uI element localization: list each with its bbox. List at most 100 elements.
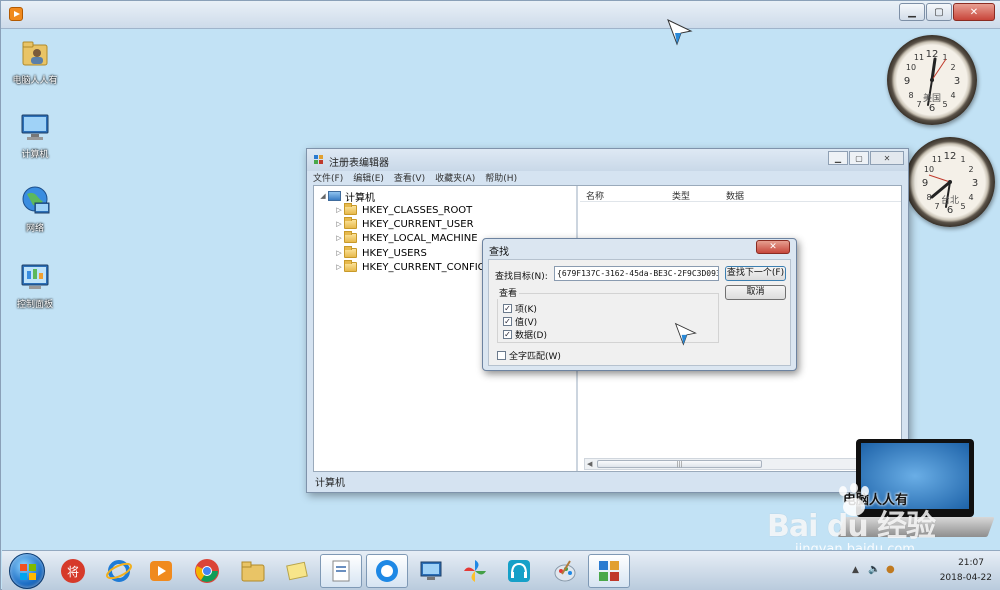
tree-item-label: HKEY_USERS	[362, 247, 427, 259]
expand-arrow-icon[interactable]: ▷	[334, 234, 344, 242]
headset-icon	[508, 560, 530, 582]
menu-favorites[interactable]: 收藏夹(A)	[435, 171, 475, 185]
tree-item-hkcu[interactable]: ▷ HKEY_CURRENT_USER	[334, 217, 474, 231]
tree-item-hkcr[interactable]: ▷ HKEY_CLASSES_ROOT	[334, 203, 472, 217]
taskbar-app-browser[interactable]	[366, 554, 408, 588]
taskbar-date[interactable]: 2018-04-22	[940, 573, 992, 583]
taskbar-app-ie[interactable]	[98, 554, 140, 588]
svg-text:6: 6	[929, 103, 935, 114]
sticky-notes-icon	[286, 561, 308, 581]
clock-city-label: 美国	[922, 94, 941, 104]
network-globe-icon	[22, 186, 50, 214]
desktop-icon-control-panel[interactable]: 控制面板	[5, 261, 65, 310]
option-match-whole[interactable]: 全字匹配(W)	[497, 349, 561, 362]
browser-icon	[376, 560, 398, 582]
find-target-input[interactable]: {679F137C-3162-45da-BE3C-2F9C3D093F64	[554, 266, 719, 281]
expand-arrow-icon[interactable]: ▷	[334, 249, 344, 257]
taskbar-app-regedit[interactable]	[588, 554, 630, 588]
vm-titlebar: ▁ ▢ ✕	[1, 1, 1000, 29]
internet-explorer-icon	[106, 560, 132, 582]
find-dialog[interactable]: 查找 ✕ 查找目标(N): {679F137C-3162-45da-BE3C-2…	[482, 238, 797, 371]
tray-volume-icon[interactable]: 🔈	[868, 564, 880, 575]
regedit-titlebar[interactable]: 注册表编辑器 ▁ ▢ ✕	[307, 149, 908, 171]
list-header: 名称 类型 数据	[580, 186, 901, 202]
checkbox-checked-icon[interactable]: ✓	[503, 304, 512, 313]
tree-item-hku[interactable]: ▷ HKEY_USERS	[334, 246, 427, 260]
scrollbar-thumb[interactable]: |||	[597, 460, 762, 468]
regedit-menubar: 文件(F) 编辑(E) 查看(V) 收藏夹(A) 帮助(H)	[313, 171, 902, 185]
regedit-maximize-button[interactable]: ▢	[849, 151, 869, 165]
clock-gadget-2[interactable]: 12 3 6 9 12 45 78 10 11 台北	[905, 137, 995, 227]
close-button[interactable]: ✕	[953, 3, 995, 21]
taskbar-app-paint[interactable]	[544, 554, 586, 588]
clock-city-label: 台北	[940, 196, 959, 206]
tray-app-icon[interactable]: ●	[886, 564, 895, 575]
checkbox-checked-icon[interactable]: ✓	[503, 330, 512, 339]
folder-icon	[344, 231, 357, 243]
menu-help[interactable]: 帮助(H)	[485, 171, 517, 185]
taskbar-app-pinwheel[interactable]	[454, 554, 496, 588]
taskbar-time[interactable]: 21:07	[958, 558, 984, 568]
svg-text:10: 10	[924, 165, 934, 174]
expand-arrow-icon[interactable]: ▷	[334, 220, 344, 228]
tree-item-computer[interactable]: ◢ 计算机	[318, 189, 375, 204]
taskbar-app-media-player[interactable]	[140, 554, 182, 588]
desktop-icon-network[interactable]: 网络	[5, 185, 65, 234]
media-player-icon	[150, 561, 172, 581]
option-data-label: 数据(D)	[515, 331, 547, 341]
desktop-icon-computer[interactable]: 计算机	[5, 111, 65, 160]
player-app-icon[interactable]	[9, 7, 23, 21]
desktop-icon-user-folder[interactable]: 电脑人人有	[5, 37, 65, 86]
desktop-icon-label: 电脑人人有	[12, 76, 58, 86]
option-values[interactable]: ✓ 值(V)	[503, 315, 537, 328]
tree-item-label: HKEY_LOCAL_MACHINE	[362, 232, 478, 244]
maximize-button[interactable]: ▢	[926, 3, 952, 21]
minimize-button[interactable]: ▁	[899, 3, 925, 21]
menu-edit[interactable]: 编辑(E)	[353, 171, 384, 185]
desktop-icon-label: 网络	[25, 224, 44, 234]
desktop-icon-label: 计算机	[21, 150, 49, 160]
expand-arrow-icon[interactable]: ▷	[334, 263, 344, 271]
taskbar-app-game[interactable]: 将	[52, 554, 94, 588]
column-header-name[interactable]: 名称	[586, 189, 604, 202]
checkbox-unchecked-icon[interactable]	[497, 351, 506, 360]
find-cancel-button[interactable]: 取消	[725, 285, 786, 300]
expand-arrow-icon[interactable]: ▷	[334, 206, 344, 214]
taskbar-app-explorer[interactable]	[232, 554, 274, 588]
checkbox-checked-icon[interactable]: ✓	[503, 317, 512, 326]
taskbar-app-remote-desktop[interactable]	[410, 554, 452, 588]
regedit-close-button[interactable]: ✕	[870, 151, 904, 165]
menu-file[interactable]: 文件(F)	[313, 171, 343, 185]
folder-icon	[344, 217, 357, 229]
regedit-minimize-button[interactable]: ▁	[828, 151, 848, 165]
svg-text:11: 11	[914, 53, 924, 62]
tree-item-hklm[interactable]: ▷ HKEY_LOCAL_MACHINE	[334, 231, 478, 245]
taskbar-app-notes[interactable]	[276, 554, 318, 588]
column-header-data[interactable]: 数据	[726, 189, 744, 202]
tree-item-label: 计算机	[345, 192, 375, 204]
tree-item-hkcc[interactable]: ▷ HKEY_CURRENT_CONFIG	[334, 260, 485, 274]
column-header-type[interactable]: 类型	[672, 189, 690, 202]
svg-text:9: 9	[904, 76, 910, 87]
paint-icon	[554, 560, 576, 582]
taskbar: 将 ▲ 🔈 ● 21:07 2018-04-22	[2, 550, 1000, 590]
scroll-left-arrow-icon[interactable]: ◀	[587, 460, 592, 468]
taskbar-app-chrome[interactable]	[186, 554, 228, 588]
option-data[interactable]: ✓ 数据(D)	[503, 328, 547, 341]
taskbar-app-headset[interactable]	[498, 554, 540, 588]
windows-logo-icon	[20, 564, 36, 580]
svg-text:10: 10	[906, 63, 916, 72]
collapse-arrow-icon[interactable]: ◢	[318, 192, 328, 200]
taskbar-app-document[interactable]	[320, 554, 362, 588]
find-dialog-close-button[interactable]: ✕	[756, 240, 790, 254]
start-button[interactable]	[9, 553, 45, 589]
control-panel-icon	[21, 264, 49, 289]
find-target-label: 查找目标(N):	[495, 272, 548, 282]
svg-text:9: 9	[922, 178, 928, 189]
option-keys[interactable]: ✓ 项(K)	[503, 302, 537, 315]
find-next-button[interactable]: 查找下一个(F)	[725, 266, 786, 281]
tray-network-icon[interactable]: ▲	[852, 565, 859, 575]
clock-gadget-1[interactable]: 12 3 6 9 12 45 78 10 11 美国	[887, 35, 977, 125]
menu-view[interactable]: 查看(V)	[394, 171, 425, 185]
regedit-icon	[599, 561, 619, 581]
